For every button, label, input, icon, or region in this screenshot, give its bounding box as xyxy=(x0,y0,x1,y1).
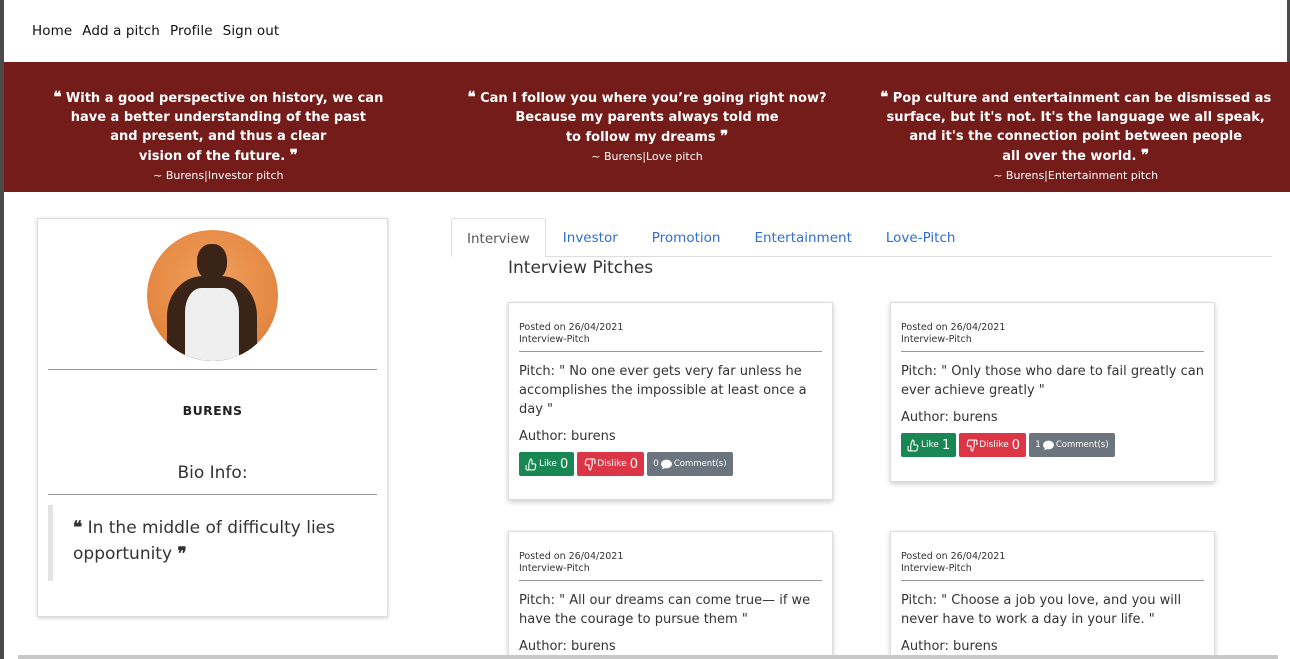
quote-source: ~ Burens|Entertainment pitch xyxy=(993,169,1159,182)
divider xyxy=(901,351,1204,352)
divider xyxy=(48,369,377,370)
bio-text: In the middle of difficulty lies opportu… xyxy=(73,518,335,564)
quote-line: to follow my dreams xyxy=(565,130,716,145)
quote-line: and it's the connection point between pe… xyxy=(909,129,1243,144)
quote-source: ~ Burens|Love pitch xyxy=(591,150,703,163)
like-count: 0 xyxy=(559,456,569,472)
like-label: Like xyxy=(539,459,557,469)
quote-line: surface, but it's not. It's the language… xyxy=(886,110,1265,125)
like-label: Like xyxy=(921,440,939,450)
comment-label: Comment(s) xyxy=(673,459,727,469)
avatar xyxy=(147,230,278,361)
like-button[interactable]: Like 0 xyxy=(519,452,575,476)
comment-button[interactable]: 1 Comment(s) xyxy=(1029,433,1115,457)
pitch-category: Interview-Pitch xyxy=(901,563,972,574)
pitch-category: Interview-Pitch xyxy=(519,334,590,345)
pitch-posted-date: Posted on 26/04/2021 xyxy=(901,551,1006,562)
pitch-author: Author: burens xyxy=(901,639,998,654)
quote-banner: ❝ With a good perspective on history, we… xyxy=(4,62,1290,192)
pitch-card: Posted on 26/04/2021 Interview-Pitch Pit… xyxy=(508,302,833,500)
pitch-card: Posted on 26/04/2021 Interview-Pitch Pit… xyxy=(890,302,1215,482)
profile-username: BURENS xyxy=(182,403,243,418)
like-button[interactable]: Like 1 xyxy=(901,433,957,457)
pitch-card: Posted on 26/04/2021 Interview-Pitch Pit… xyxy=(890,531,1215,659)
tab-entertainment[interactable]: Entertainment xyxy=(737,218,868,257)
quote-line: Because my parents always told me xyxy=(515,110,779,125)
quote-line: all over the world. xyxy=(1002,149,1137,164)
banner-quote-love: ❝ Can I follow you where you’re going ri… xyxy=(433,62,862,192)
bio-title: Bio Info: xyxy=(177,463,248,483)
divider xyxy=(48,494,377,495)
open-quote-icon: ❝ xyxy=(53,88,62,106)
open-quote-icon: ❝ xyxy=(467,88,476,106)
tab-investor[interactable]: Investor xyxy=(546,218,635,257)
thumbs-up-icon xyxy=(907,439,919,451)
dislike-button[interactable]: Dislike 0 xyxy=(577,452,645,476)
close-quote-icon: ❞ xyxy=(720,127,729,145)
pitch-text: Pitch: " No one ever gets very far unles… xyxy=(519,364,807,417)
banner-quote-investor: ❝ With a good perspective on history, we… xyxy=(4,62,433,192)
open-quote-icon: ❝ xyxy=(73,518,83,538)
pitch-actions: Like 0 Dislike 0 0 Comment(s) xyxy=(519,452,822,476)
thumbs-up-icon xyxy=(525,458,537,470)
comment-icon xyxy=(1042,440,1054,450)
divider xyxy=(519,580,822,581)
thumbs-down-icon xyxy=(966,439,978,451)
bio-quote: ❝ In the middle of difficulty lies oppor… xyxy=(48,505,367,581)
nav-sign-out-link[interactable]: Sign out xyxy=(223,23,280,39)
profile-card: BURENS Bio Info: ❝ In the middle of diff… xyxy=(37,218,388,617)
dislike-label: Dislike xyxy=(979,440,1009,450)
tab-love-pitch[interactable]: Love-Pitch xyxy=(869,218,973,257)
pitch-actions: Like 1 Dislike 0 1 Comment(s) xyxy=(901,433,1204,457)
quote-line: have a better understanding of the past xyxy=(70,110,366,125)
pitch-text: Pitch: " Only those who dare to fail gre… xyxy=(901,364,1204,398)
nav-add-pitch-link[interactable]: Add a pitch xyxy=(82,23,160,39)
nav-profile-link[interactable]: Profile xyxy=(170,23,213,39)
pitch-posted-date: Posted on 26/04/2021 xyxy=(901,322,1006,333)
quote-line: Pop culture and entertainment can be dis… xyxy=(892,91,1272,106)
dislike-label: Dislike xyxy=(597,459,627,469)
pitch-card: Posted on 26/04/2021 Interview-Pitch Pit… xyxy=(508,531,833,659)
comment-button[interactable]: 0 Comment(s) xyxy=(647,452,733,476)
close-quote-icon: ❞ xyxy=(289,146,298,164)
like-count: 1 xyxy=(941,437,951,453)
pitch-author: Author: burens xyxy=(901,410,998,425)
comment-icon xyxy=(660,459,672,469)
dislike-button[interactable]: Dislike 0 xyxy=(959,433,1027,457)
quote-line: and present, and thus a clear xyxy=(110,129,327,144)
main-content: BURENS Bio Info: ❝ In the middle of diff… xyxy=(4,192,1290,659)
open-quote-icon: ❝ xyxy=(880,88,889,106)
thumbs-down-icon xyxy=(584,458,596,470)
comment-count: 0 xyxy=(653,459,659,469)
pitch-category: Interview-Pitch xyxy=(519,563,590,574)
pitch-category: Interview-Pitch xyxy=(901,334,972,345)
quote-line: Can I follow you where you’re going righ… xyxy=(480,91,827,106)
quote-source: ~ Burens|Investor pitch xyxy=(153,169,284,182)
tab-promotion[interactable]: Promotion xyxy=(635,218,738,257)
pitch-posted-date: Posted on 26/04/2021 xyxy=(519,551,624,562)
pitch-text: Pitch: " All our dreams can come true— i… xyxy=(519,593,811,627)
pitch-author: Author: burens xyxy=(519,429,616,444)
quote-line: vision of the future. xyxy=(138,149,286,164)
divider xyxy=(901,580,1204,581)
horizontal-scrollbar[interactable] xyxy=(18,655,1278,659)
pitch-posted-date: Posted on 26/04/2021 xyxy=(519,322,624,333)
pitch-author: Author: burens xyxy=(519,639,616,654)
nav-home-link[interactable]: Home xyxy=(32,23,72,39)
navbar: Home Add a pitch Profile Sign out xyxy=(4,0,1290,62)
quote-line: With a good perspective on history, we c… xyxy=(65,91,384,106)
divider xyxy=(519,351,822,352)
section-title: Interview Pitches xyxy=(508,258,654,278)
tab-interview[interactable]: Interview xyxy=(451,218,546,257)
comment-label: Comment(s) xyxy=(1055,440,1109,450)
banner-quote-entertainment: ❝ Pop culture and entertainment can be d… xyxy=(861,62,1290,192)
close-quote-icon: ❞ xyxy=(177,544,187,564)
dislike-count: 0 xyxy=(1011,437,1021,453)
pitch-text: Pitch: " Choose a job you love, and you … xyxy=(901,593,1182,627)
dislike-count: 0 xyxy=(629,456,639,472)
comment-count: 1 xyxy=(1035,440,1041,450)
close-quote-icon: ❞ xyxy=(1141,146,1150,164)
category-tabs: Interview Investor Promotion Entertainme… xyxy=(451,218,1272,257)
